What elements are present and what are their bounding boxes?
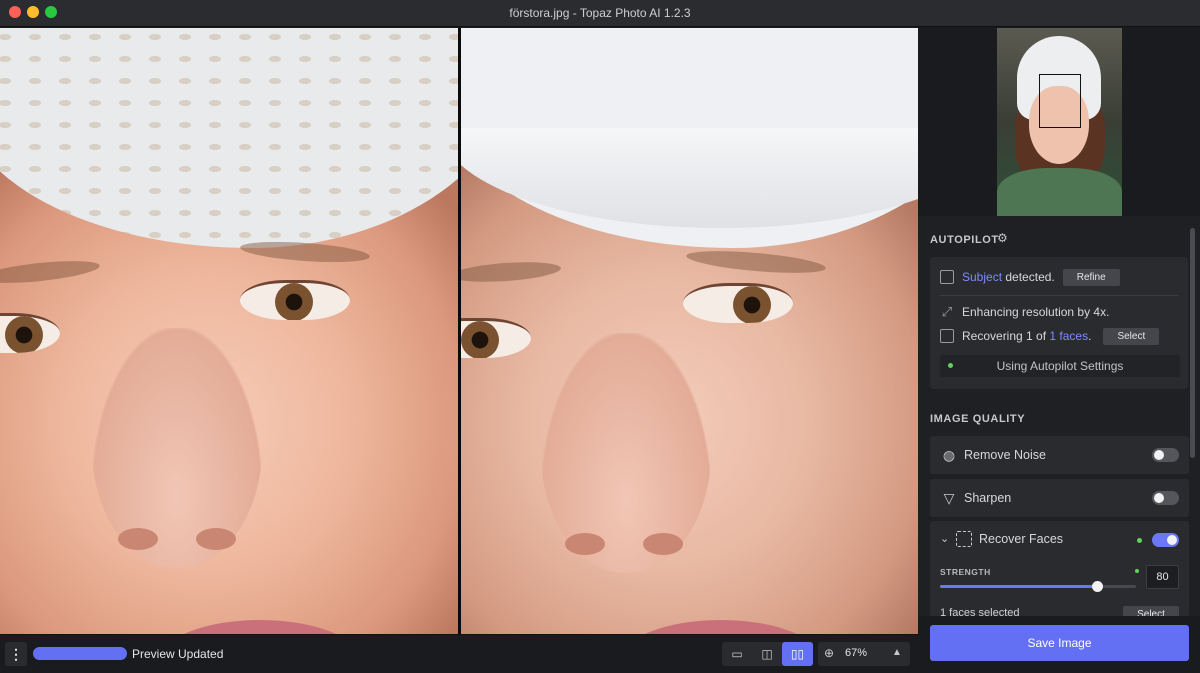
view-mode-switcher: ▭ ◫ ▯▯: [722, 642, 813, 666]
select-faces-button[interactable]: Select: [1103, 327, 1160, 345]
active-indicator-dot: [1137, 538, 1142, 543]
autopilot-heading: AUTOPILOT: [930, 234, 999, 246]
strength-indicator-dot: [1135, 569, 1139, 573]
navigator-viewport-box[interactable]: [1039, 74, 1081, 128]
bottom-toolbar: ⋮ Preview Updated ▭ ◫ ▯▯ ⊕ 67% ▲: [0, 634, 918, 673]
single-view-icon[interactable]: ▭: [722, 642, 752, 666]
recover-faces-row: Recovering 1 of 1 faces. Select: [940, 327, 1160, 345]
more-options-icon[interactable]: ⋮: [5, 642, 27, 666]
split-view-icon[interactable]: ◫: [752, 642, 782, 666]
zoom-control[interactable]: ⊕ 67% ▲: [818, 642, 910, 666]
sharpen-label: Sharpen: [964, 491, 1012, 505]
remove-noise-label: Remove Noise: [964, 448, 1046, 462]
recover-faces-toggle[interactable]: [1152, 533, 1179, 547]
face-frame-icon: [956, 531, 972, 547]
chevron-down-icon[interactable]: ⌄: [940, 532, 949, 545]
enhance-text: Enhancing resolution by 4x.: [962, 305, 1110, 319]
gear-icon[interactable]: ⚙: [997, 232, 1009, 244]
image-quality-heading: IMAGE QUALITY: [930, 413, 1026, 425]
remove-noise-toggle[interactable]: [1152, 448, 1179, 462]
subject-text: detected.: [1005, 270, 1055, 284]
recover-text: Recovering 1 of: [962, 329, 1047, 343]
title-bar: förstora.jpg - Topaz Photo AI 1.2.3: [0, 0, 1200, 27]
navigator-thumbnail[interactable]: [997, 28, 1122, 216]
sidebar-panel: AUTOPILOT ⚙ Subject detected. Refine ⤢ E…: [918, 28, 1200, 673]
subject-icon: [940, 270, 954, 284]
refine-button[interactable]: Refine: [1062, 268, 1120, 286]
original-preview-pane[interactable]: [0, 28, 458, 634]
face-detect-icon: [940, 329, 954, 343]
remove-noise-row[interactable]: ◍ Remove Noise: [930, 436, 1189, 474]
save-image-button[interactable]: Save Image: [930, 625, 1189, 661]
strength-slider[interactable]: [940, 581, 1136, 592]
recover-suffix: .: [1088, 329, 1092, 343]
active-indicator-dot: [948, 363, 953, 368]
faces-link[interactable]: 1 faces: [1049, 329, 1088, 343]
subject-link[interactable]: Subject: [962, 270, 1002, 284]
sharpen-row[interactable]: ▽ Sharpen: [930, 479, 1189, 517]
caret-up-icon[interactable]: ▲: [892, 647, 902, 658]
noise-icon: ◍: [942, 447, 956, 463]
navigator: [918, 28, 1200, 216]
side-by-side-view-icon[interactable]: ▯▯: [782, 642, 813, 666]
preview-status: Preview Updated: [132, 647, 224, 661]
window-title: förstora.jpg - Topaz Photo AI 1.2.3: [509, 6, 691, 20]
recover-faces-label: Recover Faces: [979, 532, 1064, 546]
recover-faces-panel: ⌄ Recover Faces STRENGTH 80 1 faces sele…: [930, 521, 1189, 617]
autopilot-settings-button[interactable]: Using Autopilot Settings: [940, 355, 1180, 377]
preview-progress-bar: [33, 647, 127, 660]
autopilot-settings-label: Using Autopilot Settings: [996, 359, 1124, 373]
enhanced-preview-pane[interactable]: [461, 28, 918, 634]
sidebar-scrollbar[interactable]: [1190, 228, 1195, 458]
subject-row: Subject detected. Refine: [940, 268, 1120, 286]
image-comparison-viewer[interactable]: [0, 28, 918, 634]
sharpen-toggle[interactable]: [1152, 491, 1179, 505]
enhance-row: ⤢ Enhancing resolution by 4x.: [940, 303, 1110, 321]
sidebar-footer: Save Image: [918, 616, 1200, 673]
zoom-level: 67%: [845, 647, 868, 659]
strength-label: STRENGTH: [940, 567, 991, 577]
strength-value-input[interactable]: 80: [1146, 565, 1179, 589]
zoom-icon: ⊕: [824, 646, 835, 660]
divider: [940, 295, 1178, 296]
sharpen-icon: ▽: [943, 490, 955, 506]
expand-arrows-icon: ⤢: [941, 304, 953, 319]
autopilot-card: Subject detected. Refine ⤢ Enhancing res…: [930, 257, 1188, 389]
strength-slider-handle[interactable]: [1092, 581, 1103, 592]
